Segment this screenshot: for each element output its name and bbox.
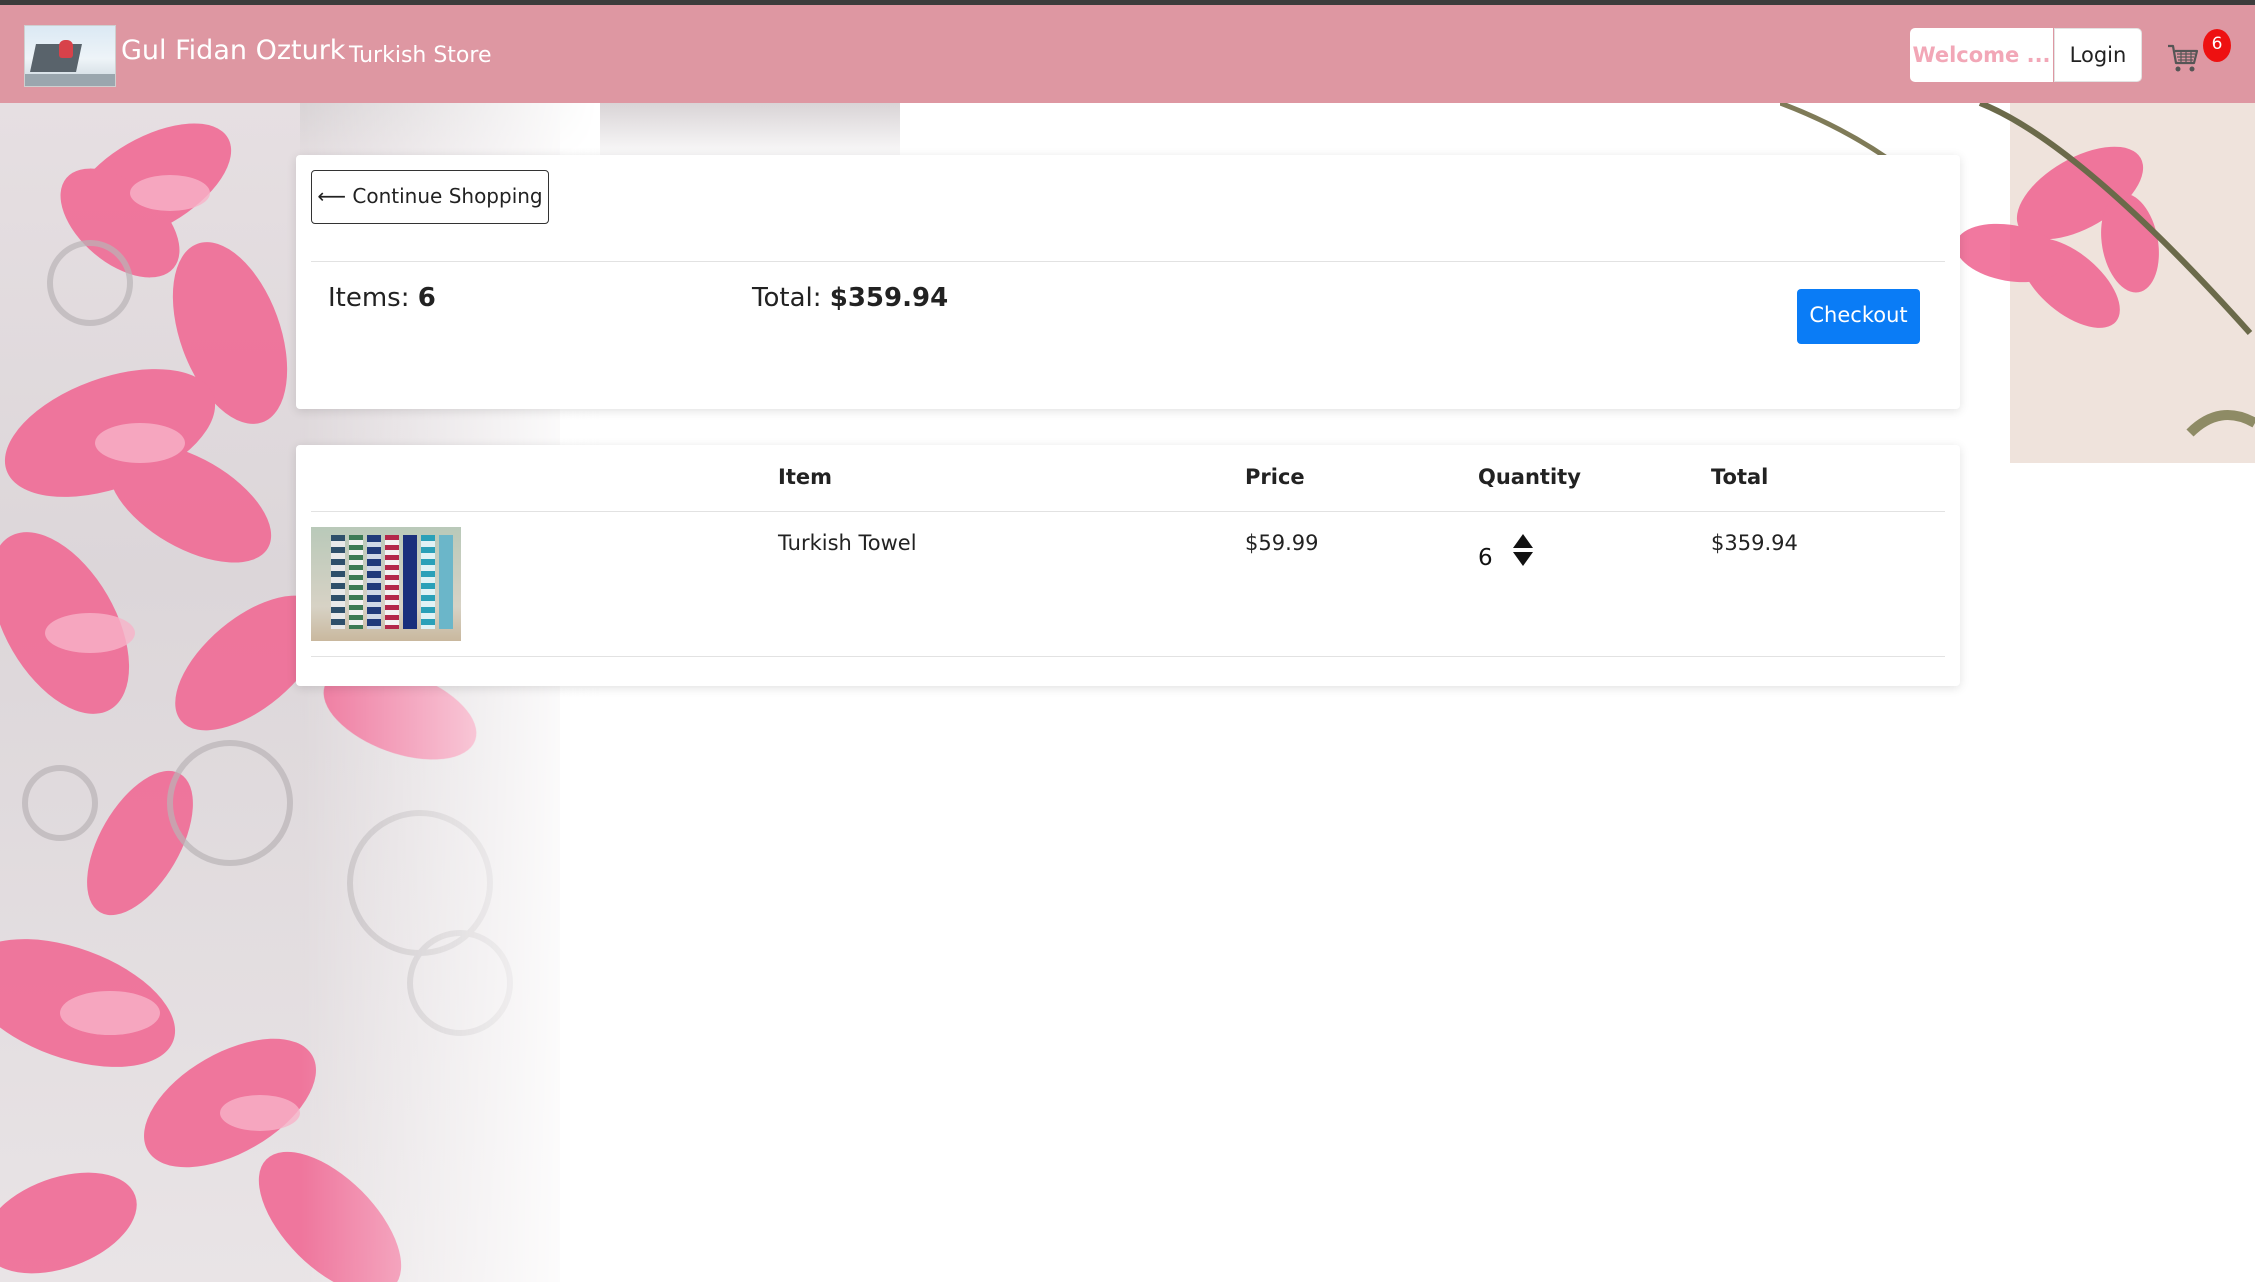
column-header-total: Total [1711,465,1769,489]
quantity-increase-icon[interactable] [1512,533,1534,549]
table-header-divider [311,511,1945,512]
cart-count-badge: 6 [2203,29,2231,62]
towel-stripe [421,535,435,629]
product-thumbnail[interactable] [311,527,461,641]
checkout-button[interactable]: Checkout [1797,289,1920,344]
welcome-field[interactable]: Welcome ... [1910,28,2053,82]
towel-stripe [403,535,417,629]
quantity-value: 6 [1478,545,1493,571]
cart-summary-card: ⟵ Continue Shopping Items: 6 Total: $359… [296,155,1960,409]
logo-vase [59,40,73,58]
towel-stripe [385,535,399,629]
summary-divider [311,261,1945,262]
continue-shopping-button[interactable]: ⟵ Continue Shopping [311,170,549,224]
total-prefix: Total: [752,283,830,313]
product-name[interactable]: Turkish Towel [778,531,917,555]
cart-total-value: $359.94 [829,283,949,313]
towel-stripe [367,535,381,629]
logo-laptop [30,44,82,72]
column-header-price: Price [1245,465,1305,489]
towel-stripe [439,535,453,629]
column-header-item: Item [778,465,832,489]
items-prefix: Items: [328,283,418,313]
line-total: $359.94 [1711,531,1798,555]
login-button[interactable]: Login [2054,28,2142,82]
nav-link-turkish-store[interactable]: Turkish Store [349,43,491,68]
towel-stripe [331,535,345,629]
table-row-divider [311,656,1945,657]
logo-base [25,74,115,86]
cart-total-label: Total: $359.94 [752,283,948,313]
product-price: $59.99 [1245,531,1319,555]
brand-logo[interactable] [24,25,116,87]
cart-table-card: Item Price Quantity Total Turkish Towel … [296,445,1960,686]
shopping-cart-icon[interactable] [2166,41,2200,75]
column-header-quantity: Quantity [1478,465,1581,489]
brand-name[interactable]: Gul Fidan Ozturk [121,35,345,66]
navbar: Gul Fidan Ozturk Turkish Store Welcome .… [0,5,2255,103]
items-count-value: 6 [417,283,436,313]
items-count-label: Items: 6 [328,283,436,313]
towel-stripe [349,535,363,629]
quantity-decrease-icon[interactable] [1512,551,1534,567]
